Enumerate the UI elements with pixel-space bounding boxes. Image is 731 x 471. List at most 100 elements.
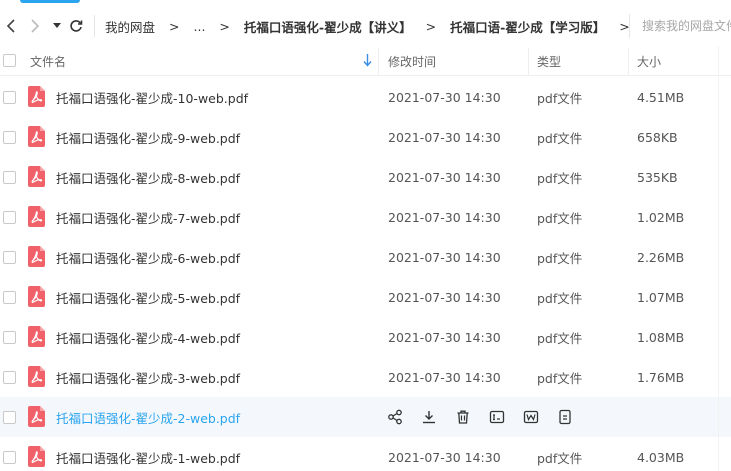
file-size: 4.03MB	[637, 449, 685, 465]
file-modified-time: 2021-07-30 14:30	[388, 289, 501, 305]
file-type: pdf文件	[537, 90, 583, 106]
file-list: 托福口语强化-翟少成-10-web.pdf 2021-07-30 14:30 pdf…	[0, 77, 731, 471]
file-row[interactable]: 托福口语强化-翟少成-10-web.pdf 2021-07-30 14:30 pdf…	[0, 77, 731, 117]
column-header-size[interactable]: 大小	[637, 46, 661, 76]
download-icon[interactable]	[420, 408, 438, 426]
row-checkbox[interactable]	[3, 211, 16, 224]
file-type: pdf文件	[537, 250, 583, 266]
file-row[interactable]: 托福口语强化-翟少成-5-web.pdf 2021-07-30 14:30 pdf文…	[0, 277, 731, 317]
word-convert-icon[interactable]	[522, 408, 540, 426]
file-row[interactable]: 托福口语强化-翟少成-8-web.pdf 2021-07-30 14:30 pdf文…	[0, 157, 731, 197]
forward-arrow-icon[interactable]	[26, 14, 44, 38]
file-name[interactable]: 托福口语强化-翟少成-10-web.pdf	[56, 77, 248, 117]
column-divider[interactable]	[378, 48, 379, 76]
breadcrumb-root[interactable]: 我的网盘	[105, 17, 155, 36]
file-name[interactable]: 托福口语强化-翟少成-9-web.pdf	[56, 117, 240, 157]
file-size: 1.02MB	[637, 209, 685, 225]
more-icon[interactable]	[556, 408, 574, 426]
breadcrumb-separator: >	[169, 18, 180, 34]
pdf-file-icon	[28, 86, 45, 107]
pdf-file-icon	[28, 446, 45, 467]
pdf-file-icon	[28, 326, 45, 347]
search-input[interactable]	[642, 14, 731, 38]
file-name[interactable]: 托福口语强化-翟少成-2-web.pdf	[56, 397, 240, 437]
breadcrumb-ellipsis[interactable]: ...	[194, 19, 206, 34]
file-type: pdf文件	[537, 290, 583, 306]
breadcrumb-item[interactable]: 托福口语强化-翟少成【讲义】	[244, 17, 412, 36]
file-name[interactable]: 托福口语强化-翟少成-7-web.pdf	[56, 197, 240, 237]
row-checkbox[interactable]	[3, 291, 16, 304]
row-checkbox[interactable]	[3, 371, 16, 384]
file-size: 1.08MB	[637, 329, 685, 345]
file-name[interactable]: 托福口语强化-翟少成-6-web.pdf	[56, 237, 240, 277]
column-divider[interactable]	[628, 48, 629, 76]
file-row[interactable]: 托福口语强化-翟少成-7-web.pdf 2021-07-30 14:30 pdf文…	[0, 197, 731, 237]
breadcrumb: 我的网盘 > ... > 托福口语强化-翟少成【讲义】 > 托福口语-翟少成【学…	[105, 17, 644, 36]
row-checkbox[interactable]	[3, 251, 16, 264]
back-arrow-icon[interactable]	[2, 14, 20, 38]
row-checkbox[interactable]	[3, 331, 16, 344]
row-checkbox[interactable]	[3, 91, 16, 104]
file-type: pdf文件	[537, 450, 583, 466]
share-icon[interactable]	[386, 408, 404, 426]
delete-icon[interactable]	[454, 408, 472, 426]
file-modified-time: 2021-07-30 14:30	[388, 89, 501, 105]
file-size: 1.07MB	[637, 289, 685, 305]
row-checkbox[interactable]	[3, 131, 16, 144]
file-type: pdf文件	[537, 210, 583, 226]
row-checkbox[interactable]	[3, 411, 16, 424]
breadcrumb-separator: >	[425, 18, 437, 34]
file-modified-time: 2021-07-30 14:30	[388, 329, 501, 345]
scroll-track	[718, 46, 719, 471]
dropdown-caret-icon[interactable]	[50, 14, 64, 38]
file-size: 658KB	[637, 129, 678, 145]
file-modified-time: 2021-07-30 14:30	[388, 129, 501, 145]
file-type: pdf文件	[537, 130, 583, 146]
pdf-file-icon	[28, 366, 45, 387]
file-name[interactable]: 托福口语强化-翟少成-3-web.pdf	[56, 357, 240, 397]
search-divider	[629, 14, 630, 38]
file-name[interactable]: 托福口语强化-翟少成-8-web.pdf	[56, 157, 240, 197]
pdf-file-icon	[28, 126, 45, 147]
file-name[interactable]: 托福口语强化-翟少成-4-web.pdf	[56, 317, 240, 357]
file-size: 535KB	[637, 169, 678, 185]
file-row[interactable]: 托福口语强化-翟少成-4-web.pdf 2021-07-30 14:30 pdf文…	[0, 317, 731, 357]
file-size: 2.26MB	[637, 249, 685, 265]
file-row[interactable]: 托福口语强化-翟少成-2-web.pdf	[0, 397, 731, 437]
file-list-header: 文件名 修改时间 类型 大小	[0, 46, 731, 76]
pdf-file-icon	[28, 286, 45, 307]
file-modified-time: 2021-07-30 14:30	[388, 369, 501, 385]
file-row[interactable]: 托福口语强化-翟少成-3-web.pdf 2021-07-30 14:30 pdf文…	[0, 357, 731, 397]
pdf-file-icon	[28, 246, 45, 267]
file-modified-time: 2021-07-30 14:30	[388, 449, 501, 465]
select-all-checkbox[interactable]	[3, 54, 16, 67]
breadcrumb-separator: >	[219, 18, 230, 34]
text-convert-icon[interactable]	[488, 408, 506, 426]
row-checkbox[interactable]	[3, 171, 16, 184]
active-tab-indicator	[20, 0, 80, 3]
column-header-type[interactable]: 类型	[537, 46, 561, 76]
row-actions	[386, 397, 590, 437]
file-modified-time: 2021-07-30 14:30	[388, 209, 501, 225]
file-size: 1.76MB	[637, 369, 685, 385]
file-row[interactable]: 托福口语强化-翟少成-1-web.pdf 2021-07-30 14:30 pdf文…	[0, 437, 731, 471]
sort-down-arrow-icon[interactable]	[363, 53, 372, 70]
breadcrumb-item[interactable]: 托福口语-翟少成【学习版】	[450, 17, 605, 36]
pdf-file-icon	[28, 406, 45, 427]
column-divider[interactable]	[528, 48, 529, 76]
file-name[interactable]: 托福口语强化-翟少成-5-web.pdf	[56, 277, 240, 317]
nav-divider	[94, 15, 95, 37]
refresh-icon[interactable]	[66, 14, 86, 38]
column-header-name[interactable]: 文件名	[30, 46, 66, 76]
file-modified-time: 2021-07-30 14:30	[388, 249, 501, 265]
navigation-bar: 我的网盘 > ... > 托福口语强化-翟少成【讲义】 > 托福口语-翟少成【学…	[0, 8, 731, 44]
pdf-file-icon	[28, 206, 45, 227]
file-row[interactable]: 托福口语强化-翟少成-6-web.pdf 2021-07-30 14:30 pdf文…	[0, 237, 731, 277]
row-checkbox[interactable]	[3, 451, 16, 464]
file-modified-time: 2021-07-30 14:30	[388, 169, 501, 185]
file-row[interactable]: 托福口语强化-翟少成-9-web.pdf 2021-07-30 14:30 pdf文…	[0, 117, 731, 157]
pdf-file-icon	[28, 166, 45, 187]
column-header-modified[interactable]: 修改时间	[388, 46, 436, 76]
file-size: 4.51MB	[637, 89, 685, 105]
file-name[interactable]: 托福口语强化-翟少成-1-web.pdf	[56, 437, 240, 471]
